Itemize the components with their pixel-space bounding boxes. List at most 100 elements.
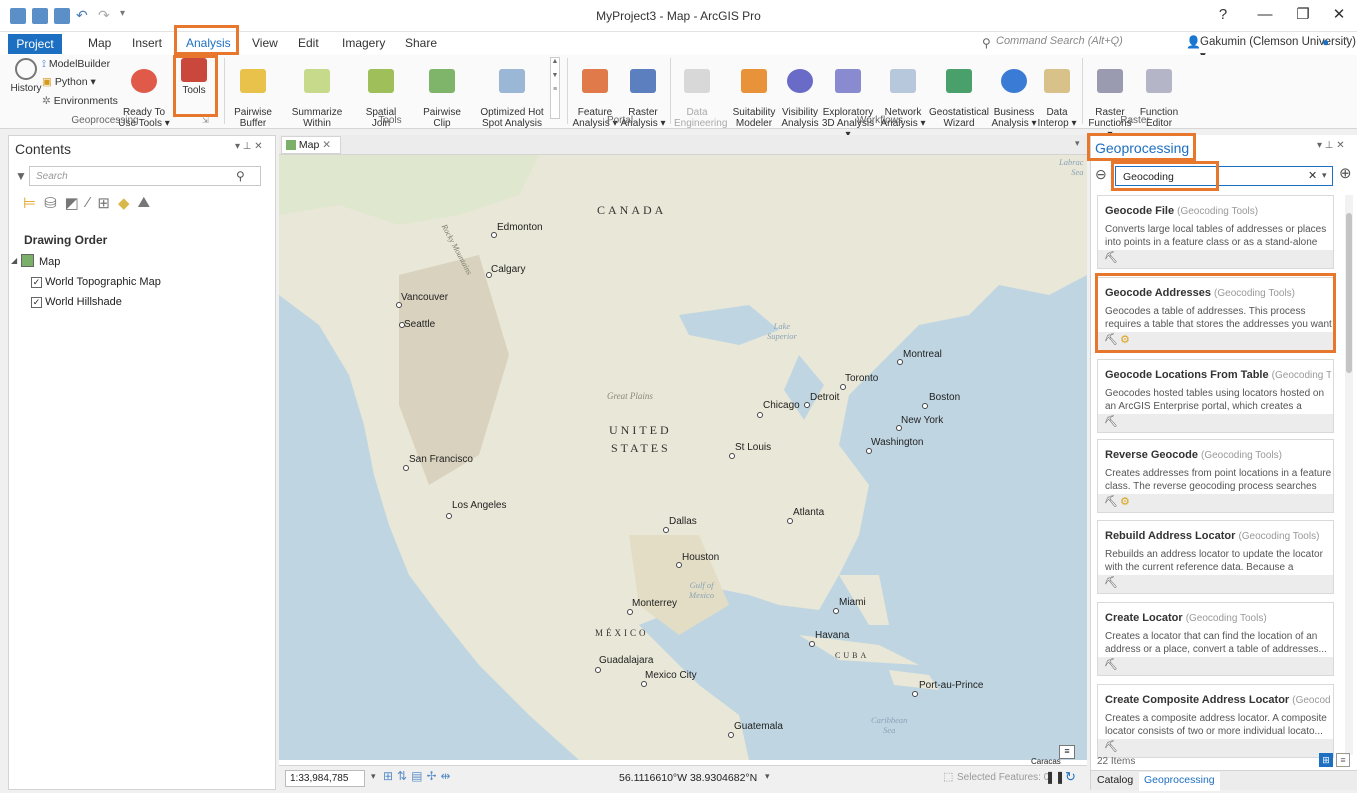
scale-selector[interactable]: 1:33,984,785 [285, 770, 365, 787]
chevron-down-icon[interactable]: ▾ [371, 771, 376, 782]
editing-icon[interactable]: ⁄ [87, 194, 90, 212]
labeling-icon[interactable]: ◆ [118, 194, 130, 212]
data-engineering-icon [684, 69, 710, 93]
minimize-button[interactable]: — [1250, 4, 1280, 26]
chevron-down-icon[interactable]: ▾ [1075, 138, 1080, 149]
environments-icon: ✲ [42, 95, 54, 107]
filter-icon[interactable]: ▼ [15, 169, 27, 183]
raster-group-label: Raster [1120, 115, 1150, 126]
hammer-icon: ⛏ [1104, 659, 1118, 671]
suitability-modeler-button[interactable]: Suitability Modeler [728, 58, 780, 129]
visibility-analysis-button[interactable]: Visibility Analysis [780, 58, 820, 129]
optimized-hot-spot-button[interactable]: Optimized Hot Spot Analysis [476, 58, 548, 129]
map-view: Map ✕ ▾ CANADA UNITED STATES MÉXICO CUBA… [279, 135, 1087, 790]
tab-geoprocessing[interactable]: Geoprocessing [1139, 772, 1220, 791]
pause-drawing-icon[interactable]: ❚❚ [1045, 770, 1065, 784]
raster-functions-button[interactable]: Raster Functions ▾ [1086, 58, 1134, 140]
hammer-icon: ⛏ [1104, 496, 1118, 508]
geostatistical-wizard-icon [946, 69, 972, 93]
python-icon: ▣ [42, 76, 55, 88]
layer-checkbox[interactable]: ✓ [31, 297, 42, 308]
city-label: Mexico City [645, 670, 697, 681]
exploratory-3d-analysis-button[interactable]: Exploratory 3D Analysis ▾ [818, 58, 878, 140]
pairwise-clip-button[interactable]: Pairwise Clip [420, 58, 464, 129]
overview-icon[interactable]: ≡ [1059, 745, 1075, 759]
business-analysis-icon [1001, 69, 1027, 93]
tool-footer: ⛏ [1098, 739, 1333, 757]
layer-world-hillshade[interactable]: ✓ World Hillshade [31, 296, 122, 308]
selection-icon[interactable]: ◩ [65, 194, 79, 212]
data-engineering-button[interactable]: Data Engineering [674, 58, 727, 129]
python-button[interactable]: ▣ Python ▾ [42, 76, 96, 88]
buffer-icon [240, 69, 266, 93]
chevron-down-icon[interactable]: ▾ [765, 771, 770, 782]
tab-share[interactable]: Share [405, 36, 437, 50]
back-icon[interactable]: ⊖ [1095, 166, 1107, 183]
layer-world-topographic[interactable]: ✓ World Topographic Map [31, 276, 161, 288]
add-icon[interactable]: ⊕ [1339, 164, 1352, 182]
map-nav-tools-icon[interactable]: ⊞⇅▤✢⇹ [383, 769, 455, 783]
business-analysis-button[interactable]: Business Analysis ▾ [990, 58, 1038, 129]
drawing-order-icon[interactable]: ⊨ [23, 194, 36, 212]
results-scrollbar[interactable] [1345, 195, 1353, 755]
command-search-input[interactable]: Command Search (Alt+Q) [996, 35, 1176, 47]
tab-catalog[interactable]: Catalog [1097, 774, 1133, 786]
geostatistical-wizard-button[interactable]: Geostatistical Wizard [928, 58, 990, 129]
tool-result-card[interactable]: Create Composite Address Locator (Geocod… [1097, 684, 1334, 758]
tab-edit[interactable]: Edit [298, 36, 319, 50]
notification-icon[interactable]: ● [1322, 35, 1329, 49]
close-button[interactable]: ✕ [1324, 4, 1354, 26]
refresh-icon[interactable]: ↻ [1065, 769, 1076, 785]
tool-result-card[interactable]: Geocode File (Geocoding Tools) Converts … [1097, 195, 1334, 269]
contents-search-input[interactable]: Search ⚲ [29, 166, 261, 186]
tab-map[interactable]: Map [88, 36, 111, 50]
tab-project[interactable]: Project [8, 34, 62, 54]
tool-result-card[interactable]: Rebuild Address Locator (Geocoding Tools… [1097, 520, 1334, 594]
city-label: Montreal [903, 349, 942, 360]
tool-result-card[interactable]: Geocode Locations From Table (Geocoding … [1097, 359, 1334, 433]
map-node[interactable]: Map [39, 256, 60, 268]
tools-group-label: Tools [378, 115, 402, 126]
restore-button[interactable]: ❐ [1288, 4, 1318, 26]
tool-result-card[interactable]: Reverse Geocode (Geocoding Tools) Create… [1097, 439, 1334, 513]
expand-icon[interactable]: ◢ [11, 256, 17, 265]
chevron-down-icon[interactable]: ▾ [1322, 170, 1327, 181]
pane-options-icon[interactable]: ▾ ⊥ ✕ [1317, 140, 1345, 151]
close-icon[interactable]: ✕ [322, 139, 331, 151]
data-interop-button[interactable]: Data Interop ▾ [1036, 58, 1078, 129]
tab-insert[interactable]: Insert [132, 36, 162, 50]
history-button[interactable]: History [6, 58, 46, 94]
coordinate-readout[interactable]: 56.1116610°W 38.9304682°N [619, 772, 757, 784]
city-marker [663, 527, 669, 533]
list-view-icon[interactable]: ≡ [1336, 753, 1350, 767]
snapping-icon[interactable]: ⊞ [97, 194, 110, 212]
tab-imagery[interactable]: Imagery [342, 36, 385, 50]
data-source-icon[interactable]: ⛁ [44, 194, 57, 212]
tab-view[interactable]: View [252, 36, 278, 50]
city-label: Port-au-Prince [919, 680, 984, 691]
tile-view-icon[interactable]: ⊞ [1319, 753, 1333, 767]
city-label: Miami [839, 597, 866, 608]
summarize-within-button[interactable]: Summarize Within [290, 58, 344, 129]
tool-result-card[interactable]: Create Locator (Geocoding Tools) Creates… [1097, 602, 1334, 676]
environments-button[interactable]: ✲ Environments [42, 95, 118, 107]
map-tab[interactable]: Map ✕ [281, 136, 341, 154]
charts-icon[interactable]: ⛰ [137, 194, 150, 212]
layer-checkbox[interactable]: ✓ [31, 277, 42, 288]
gallery-scroll[interactable]: ▲ ▼ ≡ [550, 57, 560, 119]
city-marker [866, 448, 872, 454]
scrollbar-thumb[interactable] [1346, 213, 1352, 373]
help-button[interactable]: ? [1208, 4, 1238, 26]
tool-name: Rebuild Address Locator [1105, 530, 1236, 542]
tool-name: Create Composite Address Locator [1105, 694, 1290, 706]
city-marker [446, 513, 452, 519]
clear-search-icon[interactable]: ✕ [1308, 169, 1317, 182]
history-icon [15, 58, 37, 80]
modelbuilder-button[interactable]: ⟟ ModelBuilder [42, 58, 110, 71]
feature-analysis-icon [582, 69, 608, 93]
pane-options-icon[interactable]: ▾ ⊥ ✕ [235, 141, 263, 152]
dialog-launcher-icon[interactable]: ⇲ [202, 116, 209, 125]
ribbon-collapse-icon[interactable]: ⌃ [1342, 35, 1351, 48]
pairwise-buffer-button[interactable]: Pairwise Buffer [228, 58, 278, 129]
pane-bottom-tabs: Catalog Geoprocessing [1091, 770, 1357, 791]
